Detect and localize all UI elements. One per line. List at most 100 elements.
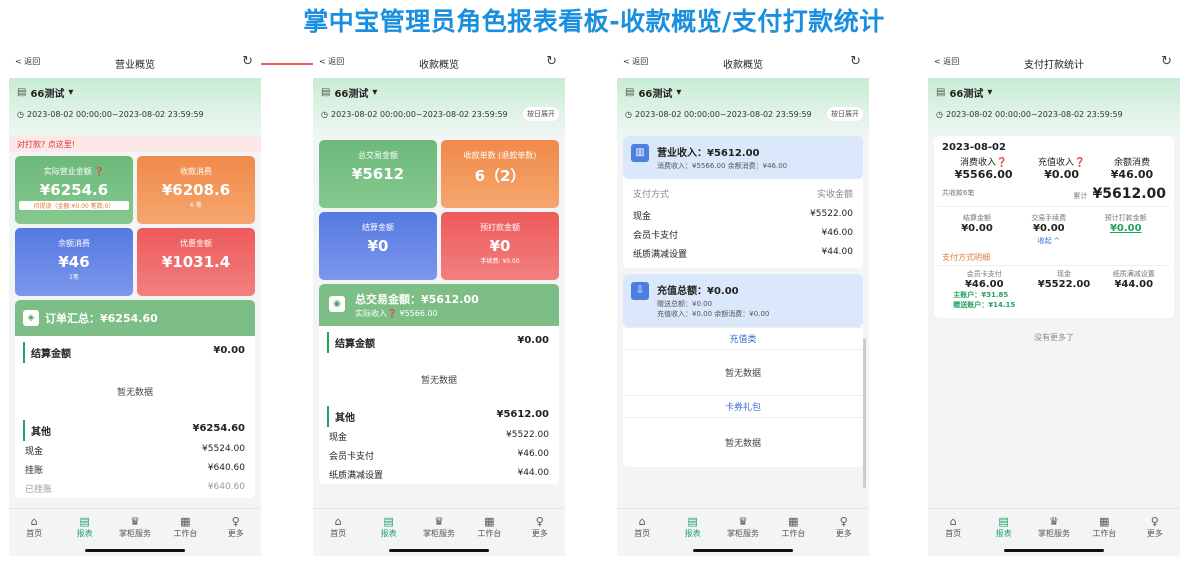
stat-item: 消费收入❓ ¥5566.00	[955, 155, 1013, 181]
detail-stats: 会员卡支付 ¥46.00 主账户：¥31.85 赠送账户：¥14.15 现金 ¥5522…	[938, 265, 1170, 312]
stat-item: 交易手续费 ¥0.00 收起 ^	[1031, 213, 1066, 246]
page-title: 收款概览	[723, 59, 763, 71]
empty-state: 暂无数据	[420, 376, 457, 386]
stat-label: 交易手续费	[1031, 214, 1067, 222]
refresh-icon[interactable]: ↻	[850, 54, 861, 69]
refresh-icon[interactable]: ↻	[1161, 54, 1172, 69]
stat-label: 充值收入❓	[1038, 158, 1086, 168]
table-row: 纸质满减设置 ¥44.00	[319, 465, 559, 484]
card-label: 总交易金额	[358, 151, 398, 160]
shop-selector[interactable]: ▤ 66测试 ▾	[17, 84, 253, 100]
store-icon: ▤	[936, 86, 946, 98]
row-label: 结算金额	[335, 339, 375, 350]
user-icon: ♀	[231, 515, 240, 528]
summary-sub: 实际收入❓ ¥5566.00	[355, 309, 438, 318]
tab-label: 首页	[26, 529, 43, 538]
tab-label: 报表	[380, 529, 397, 538]
chevron-down-icon: ▾	[987, 86, 993, 98]
nav-bar: < 返回 支付打款统计 ↻	[928, 48, 1180, 78]
empty-state: 暂无数据	[724, 439, 761, 449]
date-range[interactable]: ◷ 2023-08-02 00:00:00~2023-08-02 23:59:59…	[625, 107, 863, 121]
card-label: 实际营业金额 ❓	[43, 167, 105, 176]
date-range-text: 2023-08-02 00:00:00~2023-08-02 23:59:59	[330, 110, 508, 119]
row-label: 其他	[31, 427, 51, 438]
nav-bar: < 返回 收款概览 ↻	[313, 48, 565, 78]
date-range[interactable]: ◷ 2023-08-02 00:00:00~2023-08-02 23:59:59	[936, 110, 1172, 119]
card-sub: 手续费: ¥0.00	[480, 258, 520, 265]
tab-home[interactable]: ⌂ 首页	[314, 515, 362, 556]
card-value: ¥0	[489, 237, 511, 255]
income-header: ▥ 营业收入：¥5612.00 消费收入：¥5566.00 余额消费：¥46.00	[623, 136, 863, 179]
date-range[interactable]: ◷ 2023-08-02 00:00:00~2023-08-02 23:59:59…	[321, 107, 559, 121]
stat-item: 充值收入❓ ¥0.00	[1038, 155, 1085, 181]
back-button[interactable]: < 返回	[934, 56, 959, 67]
summary-cards: 总交易金额 ¥5612 收款单数 (退款单数) 6（2） 结算金额 ¥0 预打款金额 ¥…	[313, 136, 565, 284]
by-day-button[interactable]: 按日展开	[827, 107, 863, 121]
card-discount[interactable]: 优惠金额 ¥1031.4	[137, 228, 255, 296]
tab-label: 掌柜服务	[422, 529, 455, 538]
tab-home[interactable]: ⌂ 首页	[10, 515, 58, 556]
card-label: 收款单数 (退款单数)	[463, 151, 537, 160]
shop-selector[interactable]: ▤ 66测试 ▾	[321, 84, 557, 100]
refresh-icon[interactable]: ↻	[546, 54, 557, 69]
card-total-trade[interactable]: 总交易金额 ¥5612	[319, 140, 437, 208]
row-value: ¥46.00	[821, 228, 854, 238]
card-label: 结算金额	[362, 223, 394, 232]
clock-icon: ◷	[17, 110, 24, 119]
card-order-count[interactable]: 收款单数 (退款单数) 6（2）	[441, 140, 559, 208]
tab-more[interactable]: ♀ 更多	[516, 515, 564, 556]
tab-more[interactable]: ♀ 更多	[820, 515, 868, 556]
row-label: 纸质满减设置	[633, 250, 688, 260]
stat-label: 结算金额	[963, 214, 992, 222]
by-day-button[interactable]: 按日展开	[523, 107, 559, 121]
back-button[interactable]: < 返回	[623, 56, 648, 67]
detail-heading: 支付方式明细	[942, 253, 990, 262]
summary-title: 总交易金额：¥5612.00	[355, 293, 479, 306]
row-value: ¥5612.00	[496, 409, 549, 420]
table-row: 会员卡支付 ¥46.00	[319, 446, 559, 465]
tab-label: 工作台	[477, 529, 502, 538]
back-button[interactable]: < 返回	[15, 56, 40, 67]
clock-icon: ◷	[625, 110, 632, 119]
section-coupon[interactable]: 卡券礼包	[623, 395, 863, 418]
tab-home[interactable]: ⌂ 首页	[618, 515, 666, 556]
date-range[interactable]: ◷ 2023-08-02 00:00:00~2023-08-02 23:59:59	[17, 110, 253, 119]
card-balance[interactable]: 余额消费 ¥46 1笔	[15, 228, 133, 296]
row-label: 挂账	[25, 466, 44, 476]
home-icon: ⌂	[949, 515, 957, 528]
header: ▤ 66测试 ▾ ◷ 2023-08-02 00:00:00~2023-08-02 2…	[928, 78, 1180, 136]
stat-label: 现金	[1056, 270, 1071, 278]
collapse-toggle[interactable]: 收起 ^	[1031, 236, 1066, 246]
card-prepay[interactable]: 预打款金额 ¥0 手续费: ¥0.00	[441, 212, 559, 280]
user-icon: ♀	[1150, 515, 1159, 528]
chevron-down-icon: ▾	[372, 86, 378, 98]
shop-selector[interactable]: ▤ 66测试 ▾	[936, 84, 1172, 100]
home-icon: ⌂	[334, 515, 342, 528]
tab-label: 工作台	[781, 529, 806, 538]
download-icon: ⇩	[631, 282, 649, 300]
shop-selector[interactable]: ▤ 66测试 ▾	[625, 84, 861, 100]
hint-link[interactable]: 点这里!	[48, 140, 75, 149]
card-settle[interactable]: 结算金额 ¥0	[319, 212, 437, 280]
card-value: ¥5612	[351, 165, 405, 183]
section-recharge[interactable]: 充值类	[623, 327, 863, 350]
card-actual-revenue[interactable]: 实际营业金额 ❓ ¥6254.6 待提现（金额:¥0.00 笔数:0）	[15, 156, 133, 224]
tab-more[interactable]: ♀ 更多	[1131, 515, 1179, 556]
stat-item: 纸质满减设置 ¥44.00	[1113, 269, 1155, 310]
scrollbar[interactable]	[863, 338, 866, 488]
expected-payout-link[interactable]: ¥0.00	[1105, 223, 1147, 234]
col-header: 支付方式	[633, 190, 670, 200]
card-collection[interactable]: 收款消费 ¥6208.6 6 笔	[137, 156, 255, 224]
empty-state: 暂无数据	[116, 388, 153, 398]
tab-label: 首页	[330, 529, 347, 538]
page-banner: 掌中宝管理员角色报表看板-收款概览/支付打款统计	[303, 7, 885, 36]
tab-home[interactable]: ⌂ 首页	[929, 515, 977, 556]
date-range-text: 2023-08-02 00:00:00~2023-08-02 23:59:59	[26, 110, 204, 119]
card-value: ¥0	[367, 237, 389, 255]
back-button[interactable]: < 返回	[319, 56, 344, 67]
stat-value: ¥46.00	[1110, 168, 1154, 181]
refresh-icon[interactable]: ↻	[242, 54, 253, 69]
row-label: 结算金额	[31, 349, 71, 360]
tab-more[interactable]: ♀ 更多	[212, 515, 260, 556]
phone-payment-stats: < 返回 支付打款统计 ↻ ▤ 66测试 ▾ ◷ 2023-08-02 00:00:0…	[928, 48, 1180, 556]
